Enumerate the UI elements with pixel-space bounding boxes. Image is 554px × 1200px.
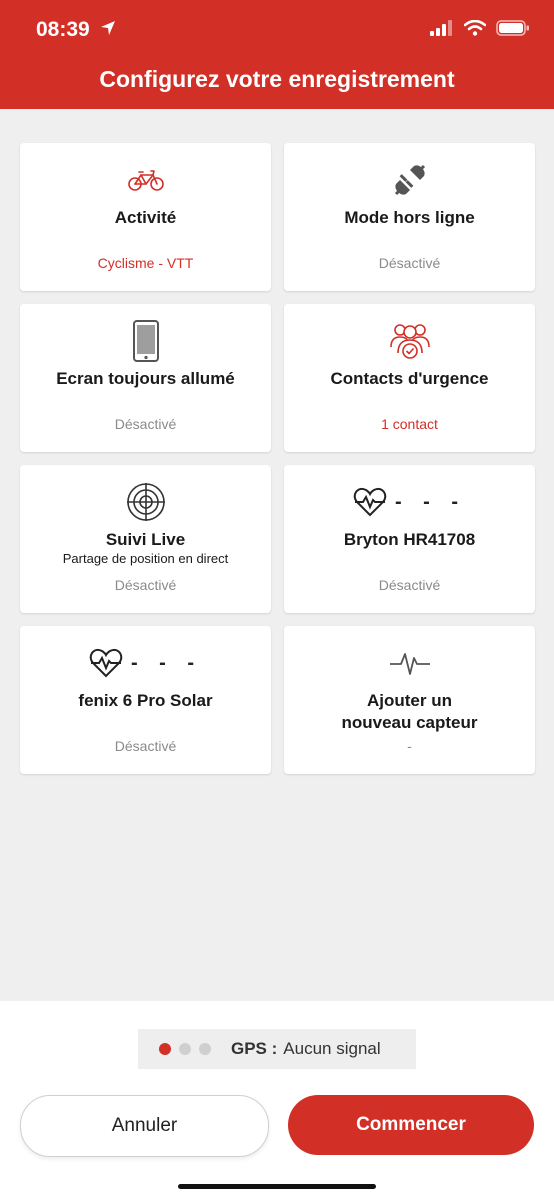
status-indicators	[430, 20, 530, 36]
cancel-button[interactable]: Annuler	[20, 1095, 269, 1157]
gps-dot-icon	[199, 1043, 211, 1055]
card-subtitle: Partage de position en direct	[62, 551, 229, 566]
card-status: Désactivé	[114, 577, 177, 593]
gps-dot-icon	[159, 1043, 171, 1055]
sensor-value-placeholder: - - -	[394, 490, 467, 513]
card-title: Bryton HR41708	[343, 530, 476, 549]
signal-icon	[430, 20, 452, 36]
card-title: Suivi Live	[105, 530, 186, 549]
card-status: Désactivé	[378, 577, 441, 593]
screen-always-on-card[interactable]: Ecran toujours allumé Désactivé	[20, 304, 271, 452]
card-title: fenix 6 Pro Solar	[78, 691, 213, 710]
card-title: Contacts d'urgence	[330, 369, 489, 388]
gps-status: GPS : Aucun signal	[138, 1029, 416, 1069]
heart-rate-icon	[353, 487, 387, 517]
phone-icon	[132, 320, 159, 362]
status-time: 08:39	[36, 18, 90, 41]
card-title: Mode hors ligne	[344, 208, 475, 227]
contacts-icon	[389, 324, 430, 359]
sensor-pulse-icon	[389, 653, 430, 675]
activity-card[interactable]: Activité Cyclisme - VTT	[20, 143, 271, 291]
card-status: Désactivé	[378, 255, 441, 271]
target-icon	[126, 483, 165, 521]
location-arrow-icon	[101, 21, 115, 35]
card-status: 1 contact	[381, 416, 438, 432]
page-title: Configurez votre enregistrement	[99, 66, 455, 92]
add-sensor-card[interactable]: Ajouter un nouveau capteur -	[284, 626, 535, 774]
gps-value: Aucun signal	[283, 1039, 381, 1058]
app-header: 08:39 Configurez votre enregistrement	[0, 0, 554, 109]
gps-label: GPS :	[231, 1039, 278, 1058]
gps-dot-icon	[179, 1043, 191, 1055]
sensor-value-placeholder: - - -	[130, 651, 203, 674]
wifi-icon	[464, 20, 486, 36]
heart-rate-icon	[89, 648, 123, 678]
settings-grid: Activité Cyclisme - VTT Mode hors ligne …	[20, 143, 535, 774]
emergency-contacts-card[interactable]: Contacts d'urgence 1 contact	[284, 304, 535, 452]
fenix-sensor-card[interactable]: - - - fenix 6 Pro Solar Désactivé	[20, 626, 271, 774]
bicycle-icon	[127, 170, 164, 191]
card-title: Ajouter un nouveau capteur	[284, 690, 535, 734]
card-title: Activité	[114, 208, 177, 227]
card-title: Ecran toujours allumé	[56, 369, 235, 388]
offline-mode-card[interactable]: Mode hors ligne Désactivé	[284, 143, 535, 291]
card-title-line: nouveau capteur	[341, 713, 478, 732]
card-status: -	[407, 738, 412, 754]
card-title-line: Ajouter un	[367, 691, 452, 710]
card-status: Désactivé	[114, 416, 177, 432]
bryton-sensor-card[interactable]: - - - Bryton HR41708 Désactivé	[284, 465, 535, 613]
home-indicator	[178, 1184, 376, 1189]
live-tracking-card[interactable]: Suivi Live Partage de position en direct…	[20, 465, 271, 613]
card-status: Désactivé	[114, 738, 177, 754]
start-button[interactable]: Commencer	[288, 1095, 534, 1155]
card-status: Cyclisme - VTT	[97, 255, 194, 271]
plug-icon	[394, 164, 425, 196]
bottom-panel: GPS : Aucun signal Annuler Commencer	[0, 1001, 554, 1200]
battery-icon	[496, 20, 529, 36]
